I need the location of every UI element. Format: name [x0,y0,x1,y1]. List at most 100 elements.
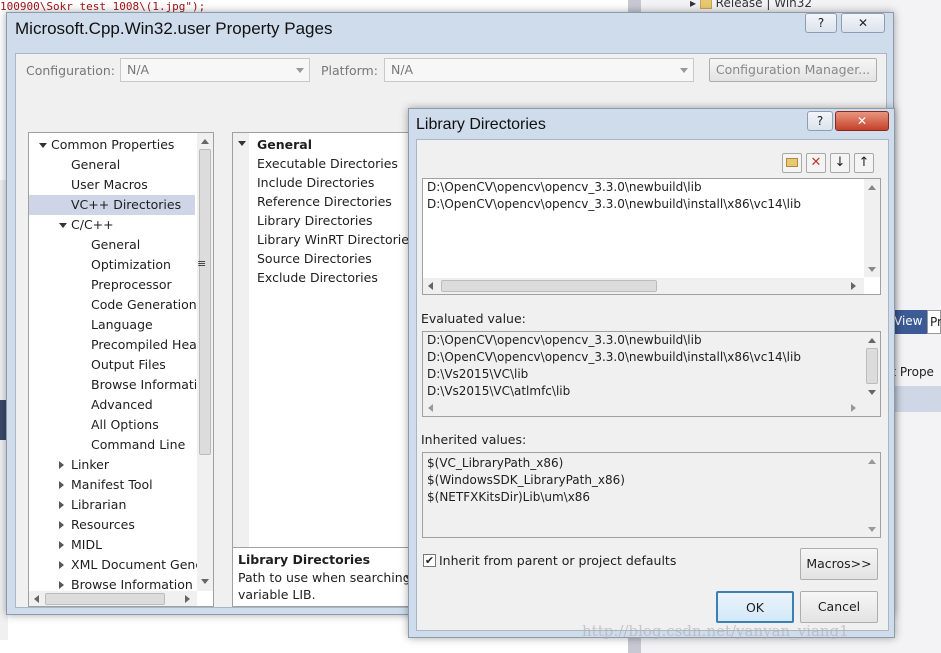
arrow-down-icon[interactable]: ↓ [830,153,850,173]
collapse-icon[interactable] [59,223,67,228]
tree-item-label: Language [91,317,153,332]
cancel-button[interactable]: Cancel [800,591,878,623]
expand-icon[interactable] [59,541,64,549]
library-dialog-title: Library Directories [416,116,546,133]
tree-item-label: Browse Informatic [91,377,205,392]
platform-label: Platform: [321,63,378,78]
description-text-2: variable LIB. [238,587,316,602]
splitter-grip-icon[interactable]: ≡ [197,257,206,270]
tree-item-label: User Macros [71,177,148,192]
tree-item-label: XML Document Gene [71,557,204,572]
collapse-icon[interactable] [39,143,47,148]
inherit-checkbox-label[interactable]: Inherit from parent or project defaults [439,553,676,568]
inherit-checkbox[interactable]: ✔ [423,554,436,567]
description-title: Library Directories [238,552,371,567]
expand-icon[interactable] [59,461,64,469]
expand-icon[interactable] [59,501,64,509]
tree-item-label: Manifest Tool [71,477,153,492]
solution-config-item: ▸ Release | Win32 [690,0,813,10]
help-button[interactable]: ? [807,111,833,131]
ok-button[interactable]: OK [716,591,794,623]
expand-icon[interactable] [59,481,64,489]
tree-item-label: MIDL [71,537,103,552]
grid-property-row[interactable]: Library Directories [257,211,373,230]
tree-item-label: VC++ Directories [71,197,182,212]
property-grid: General Executable Directories Include Di… [232,132,418,552]
tree-item-label: Advanced [91,397,153,412]
configuration-combo[interactable]: N/A [120,58,310,82]
new-folder-icon[interactable] [782,153,802,173]
property-pages-title: Microsoft.Cpp.Win32.user Property Pages [15,19,333,38]
platform-combo[interactable]: N/A [384,58,694,82]
configuration-manager-button[interactable]: Configuration Manager... [709,58,877,82]
list-item: D:\OpenCV\opencv\opencv_3.3.0\newbuild\i… [427,197,801,211]
expand-icon[interactable] [59,521,64,529]
property-tree: Common Properties General User Macros VC++ … [28,132,214,607]
close-button[interactable]: ✕ [841,13,885,33]
grid-property-row[interactable]: Include Directories [257,173,374,192]
evaluated-vertical-scrollbar[interactable] [864,332,880,400]
list-item: $(VC_LibraryPath_x86) [427,456,564,470]
tree-vertical-scrollbar[interactable] [197,133,213,591]
evaluated-horizontal-scrollbar[interactable] [423,400,864,416]
tree-item-label: Common Properties [51,137,175,152]
list-horizontal-scrollbar[interactable] [423,278,864,294]
watermark: http://blog.csdn.net/yanyan_yiang1 [582,622,849,640]
list-item: $(NETFXKitsDir)Lib\um\x86 [427,490,591,504]
directory-list[interactable]: D:\OpenCV\opencv\opencv_3.3.0\newbuild\l… [422,178,881,295]
list-item: D:\OpenCV\opencv\opencv_3.3.0\newbuild\l… [427,180,702,194]
description-panel: Library Directories Path to use when sea… [232,547,418,607]
list-item: D:\Vs2015\VC\atlmfc\lib [427,384,571,398]
configuration-label: Configuration: [26,63,115,78]
help-button[interactable]: ? [805,13,837,33]
tree-item-label: Code Generation [91,297,197,312]
expand-icon[interactable] [59,581,64,589]
grid-property-row[interactable]: Executable Directories [257,154,398,173]
chevron-down-icon [680,68,688,73]
tree-horizontal-scrollbar[interactable] [29,591,197,606]
grid-property-row[interactable]: Library WinRT Directories [257,230,415,249]
tree-item-label: Optimization [91,257,171,272]
arrow-up-icon[interactable]: ↑ [854,153,874,173]
grid-category-general: General [257,137,312,152]
grid-property-row[interactable]: Source Directories [257,249,372,268]
list-item: D:\OpenCV\opencv\opencv_3.3.0\newbuild\i… [427,350,801,364]
tree-item-label: Command Line [91,437,186,452]
tree-item-label: Precompiled Head [91,337,205,352]
list-vertical-scrollbar[interactable] [864,179,880,277]
tree-item-label: Output Files [91,357,166,372]
description-text-1: Path to use when searching for [238,570,418,585]
inherited-vertical-scrollbar[interactable] [864,453,880,537]
close-button[interactable]: ✕ [835,111,889,131]
list-hscroll-thumb[interactable] [441,280,657,292]
list-item: D:\OpenCV\opencv\opencv_3.3.0\newbuild\l… [427,333,702,347]
evaluated-scroll-thumb[interactable] [866,348,878,384]
chevron-down-icon [296,68,304,73]
macros-button[interactable]: Macros>> [800,548,878,580]
library-dialog-body: ✕ ↓ ↑ D:\OpenCV\opencv\opencv_3.3.0\newb… [416,139,889,631]
tree-hscroll-thumb[interactable] [45,593,165,605]
library-directories-dialog: Library Directories ? ✕ ✕ ↓ ↑ D:\OpenCV\… [408,108,895,638]
tree-item-label: Preprocessor [91,277,172,292]
inherited-values-list: $(VC_LibraryPath_x86) $(WindowsSDK_Librar… [422,452,881,538]
inherited-label: Inherited values: [421,432,527,447]
grid-property-row[interactable]: Reference Directories [257,192,392,211]
delete-x-icon[interactable]: ✕ [806,153,826,173]
tree-item-label: All Options [91,417,159,432]
list-item: D:\Vs2015\VC\lib [427,367,529,381]
tree-item-label: General [71,157,121,172]
properties-tab[interactable]: Pr [927,310,941,334]
tree-item-label: Librarian [71,497,127,512]
code-fragment: 100900\Sokr_test_1008\(1.jpg"); [0,0,206,12]
collapse-icon[interactable] [238,141,246,146]
tree-item-label: Resources [71,517,135,532]
tree-item[interactable]: VC++ Directories [29,195,195,215]
expand-icon[interactable] [59,561,64,569]
tree-scroll-thumb[interactable] [199,149,211,455]
tree-item-label: General [91,237,141,252]
evaluated-label: Evaluated value: [421,311,526,326]
evaluated-values-list: D:\OpenCV\opencv\opencv_3.3.0\newbuild\l… [422,331,881,417]
list-item: $(WindowsSDK_LibraryPath_x86) [427,473,625,487]
tree-item-label: Linker [71,457,109,472]
grid-property-row[interactable]: Exclude Directories [257,268,378,287]
